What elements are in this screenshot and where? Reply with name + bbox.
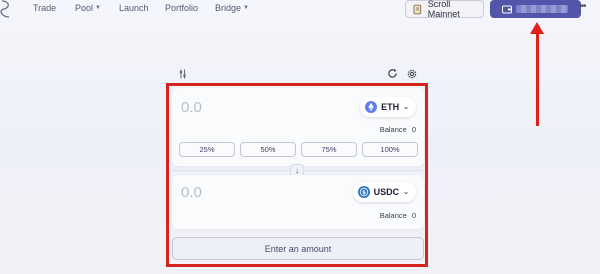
wallet-address-blurred (516, 5, 568, 13)
chevron-down-icon: ▼ (95, 5, 101, 11)
gear-icon[interactable] (406, 68, 418, 80)
nav-portfolio[interactable]: Portfolio (165, 3, 198, 13)
nav-portfolio-label: Portfolio (165, 3, 199, 13)
annotation-arrow-line (536, 31, 539, 126)
wallet-button[interactable] (490, 0, 581, 18)
nav-bridge[interactable]: Bridge ▼ (215, 3, 249, 13)
network-label: Scroll Mainnet (427, 0, 460, 19)
nav-pool-label: Pool (75, 3, 94, 13)
refresh-icon[interactable] (387, 68, 398, 79)
chevron-down-icon: ▼ (243, 5, 249, 11)
app-logo[interactable] (0, 0, 14, 18)
nav-pool[interactable]: Pool ▼ (75, 3, 101, 13)
annotation-highlight-box (166, 83, 428, 267)
network-selector-button[interactable]: Scroll Mainnet (405, 0, 484, 19)
slippage-settings-icon[interactable] (178, 69, 187, 79)
nav-launch[interactable]: Launch (119, 3, 149, 13)
nav-trade[interactable]: Trade (33, 3, 56, 13)
more-menu-icon[interactable]: ••• (578, 1, 586, 12)
nav-bridge-label: Bridge (215, 3, 242, 13)
wallet-icon (502, 5, 512, 13)
scroll-icon (413, 4, 422, 14)
nav-trade-label: Trade (33, 3, 57, 13)
nav-launch-label: Launch (119, 3, 149, 13)
